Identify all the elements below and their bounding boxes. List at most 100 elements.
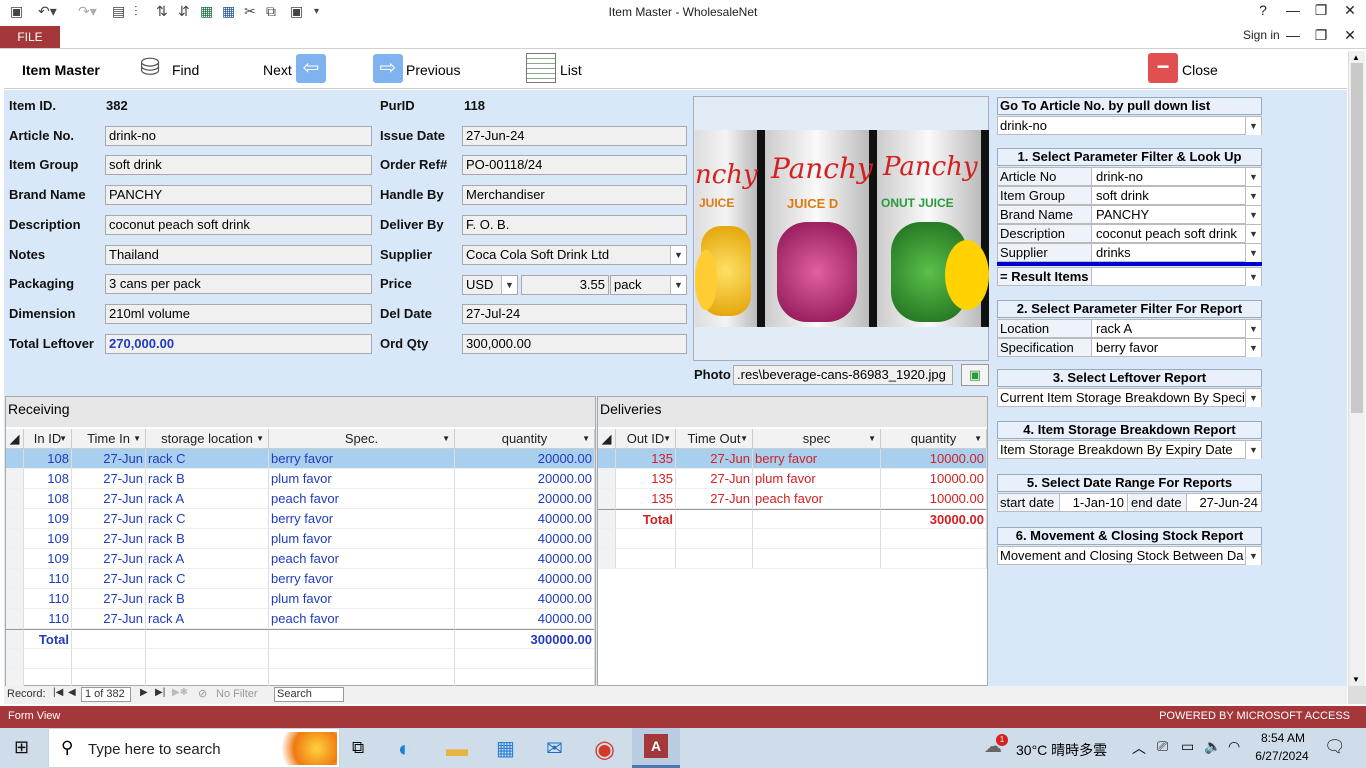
table-cell[interactable]: 110	[24, 589, 72, 609]
row-selector[interactable]	[6, 529, 24, 549]
list-button[interactable]: List	[526, 51, 606, 87]
next-button[interactable]: Next ⇦	[259, 51, 329, 87]
table-cell[interactable]: berry favor	[269, 449, 455, 469]
table-cell[interactable]: 27-Jun	[72, 449, 146, 469]
table-cell[interactable]: 27-Jun	[72, 549, 146, 569]
doc-close-icon[interactable]: ✕	[1335, 27, 1365, 44]
column-header[interactable]: Time Out ▼	[676, 429, 753, 449]
row-selector[interactable]	[598, 449, 616, 469]
notes-field[interactable]: Thailand	[105, 245, 372, 265]
table-cell[interactable]: 40000.00	[455, 529, 595, 549]
goto-combo[interactable]: drink-no ▼	[997, 116, 1262, 135]
table-cell[interactable]: 10000.00	[881, 469, 987, 489]
table-cell[interactable]: rack C	[146, 449, 269, 469]
currency-combo[interactable]: USD ▼	[462, 275, 518, 295]
column-header[interactable]: storage location ▼	[146, 429, 269, 449]
doc-minimize-icon[interactable]: —	[1278, 27, 1308, 43]
previous-button[interactable]: ⇨ Previous	[371, 51, 471, 87]
table-cell[interactable]: rack C	[146, 569, 269, 589]
row-selector[interactable]	[598, 469, 616, 489]
close-button[interactable]: − Close	[1146, 51, 1236, 87]
chevron-down-icon[interactable]: ▼	[442, 429, 450, 448]
handle-field[interactable]: Merchandiser	[462, 185, 687, 205]
s3-combo[interactable]: Current Item Storage Breakdown By Specif…	[997, 388, 1262, 407]
filter-row[interactable]: Item Group soft drink ▼	[997, 186, 1262, 205]
report-filter-row[interactable]: Location rack A ▼	[997, 319, 1262, 338]
leftover-field[interactable]: 270,000.00	[105, 334, 372, 354]
table-cell[interactable]: 135	[616, 449, 676, 469]
row-selector[interactable]	[6, 489, 24, 509]
access-taskbar-button[interactable]: A	[632, 728, 680, 768]
table-cell[interactable]: peach favor	[269, 489, 455, 509]
battery-icon[interactable]: ▭	[1181, 738, 1194, 755]
chevron-down-icon[interactable]: ▼	[1245, 268, 1261, 286]
result-combo[interactable]: = Result Items ▼	[997, 267, 1262, 286]
search-input[interactable]: Search	[274, 687, 344, 702]
table-cell[interactable]: rack A	[146, 609, 269, 629]
item-group-field[interactable]: soft drink	[105, 155, 372, 175]
chevron-up-icon[interactable]: ︿	[1132, 738, 1146, 758]
record-position[interactable]: 1 of 382	[81, 687, 131, 702]
chevron-down-icon[interactable]: ▼	[1245, 206, 1261, 224]
order-ref-field[interactable]: PO-00118/24	[462, 155, 687, 175]
table-cell[interactable]: 27-Jun	[72, 609, 146, 629]
row-selector[interactable]	[6, 609, 24, 629]
table-cell[interactable]: 40000.00	[455, 509, 595, 529]
table-cell[interactable]: 20000.00	[455, 489, 595, 509]
table-cell[interactable]: 108	[24, 489, 72, 509]
deliver-field[interactable]: F. O. B.	[462, 215, 687, 235]
table-cell[interactable]: peach favor	[269, 609, 455, 629]
chevron-down-icon[interactable]: ▼	[582, 429, 590, 448]
column-header[interactable]: quantity ▼	[455, 429, 595, 449]
next-record-icon[interactable]: ▶	[140, 687, 148, 698]
last-record-icon[interactable]: ▶|	[155, 687, 165, 698]
weather-text[interactable]: 30°C 晴時多雲	[1016, 740, 1107, 760]
filter-row[interactable]: Brand Name PANCHY ▼	[997, 205, 1262, 224]
dimension-field[interactable]: 210ml volume	[105, 304, 372, 324]
table-cell[interactable]: rack A	[146, 489, 269, 509]
volume-icon[interactable]: 🔈	[1204, 738, 1221, 755]
chevron-down-icon[interactable]: ▼	[740, 429, 748, 448]
table-cell[interactable]: 27-Jun	[72, 489, 146, 509]
clock-time[interactable]: 8:54 AM	[1256, 731, 1310, 745]
chrome-icon[interactable]: ◉	[594, 735, 615, 764]
supplier-combo[interactable]: Coca Cola Soft Drink Ltd ▼	[462, 245, 687, 265]
column-header[interactable]: spec ▼	[753, 429, 881, 449]
filter-row[interactable]: Supplier drinks ▼	[997, 243, 1262, 262]
row-selector[interactable]	[6, 589, 24, 609]
table-cell[interactable]: 108	[24, 469, 72, 489]
chevron-down-icon[interactable]: ▼	[868, 429, 876, 448]
file-explorer-icon[interactable]: ▬	[446, 736, 468, 762]
no-filter-label[interactable]: No Filter	[216, 688, 258, 700]
unit-combo[interactable]: pack ▼	[610, 275, 687, 295]
edge-icon[interactable]: ◐	[398, 736, 411, 762]
column-header[interactable]: Time In ▼	[72, 429, 146, 449]
table-cell[interactable]: peach favor	[269, 549, 455, 569]
meet-icon[interactable]: ⎚	[1157, 738, 1168, 755]
issue-date-field[interactable]: 27-Jun-24	[462, 126, 687, 146]
table-cell[interactable]: 10000.00	[881, 449, 987, 469]
table-cell[interactable]: berry favor	[753, 449, 881, 469]
minimize-icon[interactable]: —	[1278, 2, 1308, 18]
file-tab[interactable]: FILE	[0, 26, 60, 48]
table-cell[interactable]: 27-Jun	[72, 469, 146, 489]
chevron-down-icon[interactable]: ▼	[1245, 168, 1261, 186]
s4-combo[interactable]: Item Storage Breakdown By Expiry Date ▼	[997, 440, 1262, 459]
table-cell[interactable]: rack B	[146, 589, 269, 609]
chevron-down-icon[interactable]: ▼	[1245, 117, 1261, 135]
chevron-down-icon[interactable]: ▼	[1245, 320, 1261, 338]
table-cell[interactable]: 40000.00	[455, 549, 595, 569]
table-cell[interactable]: plum favor	[269, 469, 455, 489]
chevron-down-icon[interactable]: ▼	[1245, 244, 1261, 262]
chevron-down-icon[interactable]: ▼	[670, 246, 686, 264]
row-selector[interactable]	[6, 569, 24, 589]
notification-icon[interactable]: 🗨	[1324, 737, 1346, 757]
first-record-icon[interactable]: |◀	[53, 687, 63, 698]
ord-qty-field[interactable]: 300,000.00	[462, 334, 687, 354]
packaging-field[interactable]: 3 cans per pack	[105, 274, 372, 294]
price-field[interactable]: 3.55	[521, 275, 609, 295]
s6-combo[interactable]: Movement and Closing Stock Between Dates…	[997, 546, 1262, 565]
row-selector[interactable]	[6, 469, 24, 489]
chevron-down-icon[interactable]: ▼	[1245, 339, 1261, 357]
description-field[interactable]: coconut peach soft drink	[105, 215, 372, 235]
